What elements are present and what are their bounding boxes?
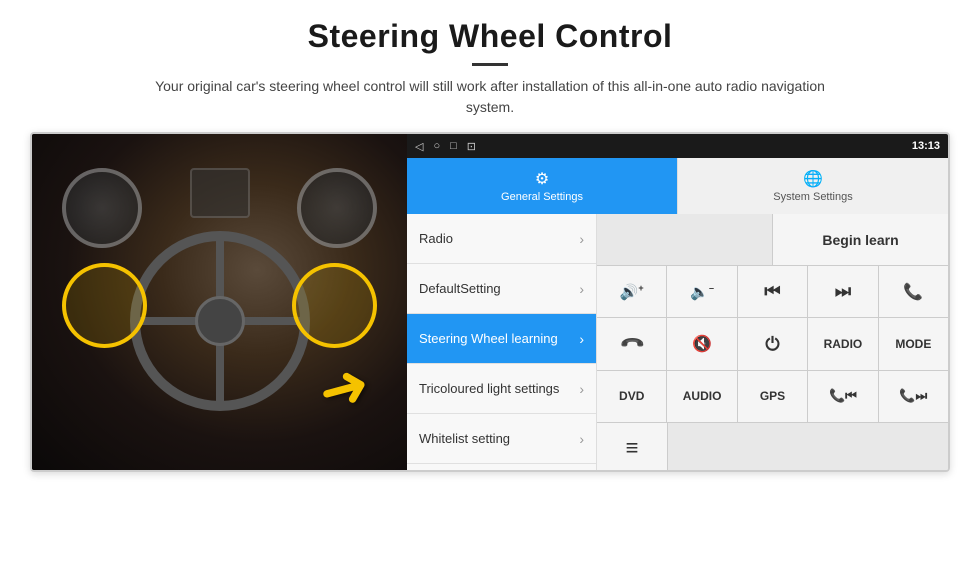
radio-label: RADIO xyxy=(824,337,863,351)
gps-label: GPS xyxy=(760,389,785,403)
menu-item-steering-wheel[interactable]: Steering Wheel learning › xyxy=(407,314,596,364)
mute-button[interactable]: 🔇 xyxy=(667,318,737,369)
dvd-button[interactable]: DVD xyxy=(597,371,667,422)
gauge-center xyxy=(190,168,250,218)
page-title: Steering Wheel Control xyxy=(30,18,950,55)
chevron-right-icon: › xyxy=(579,281,584,297)
menu-panel: Radio › DefaultSetting › Steering Wheel … xyxy=(407,214,597,472)
steering-wheel xyxy=(130,231,310,411)
title-divider xyxy=(472,63,508,66)
mode-label: MODE xyxy=(895,337,931,351)
general-tab-label: General Settings xyxy=(501,191,583,203)
tel-next-button[interactable]: 📞⏭ xyxy=(879,371,948,422)
next-track-icon: ⏭ xyxy=(835,281,851,302)
gps-button[interactable]: GPS xyxy=(738,371,808,422)
tel-prev-button[interactable]: 📞⏮ xyxy=(808,371,878,422)
highlight-left xyxy=(62,263,147,348)
status-nav-icons: ◁ ○ □ ⊡ xyxy=(415,140,476,153)
menu-item-radio[interactable]: Radio › xyxy=(407,214,596,264)
menu-steering-label: Steering Wheel learning xyxy=(419,331,558,346)
android-ui: ◁ ○ □ ⊡ 13:13 ⚙ General Settings 🌐 Syste… xyxy=(407,134,948,472)
mute-icon: 🔇 xyxy=(692,334,712,354)
menu-item-whitelist[interactable]: Whitelist setting › xyxy=(407,414,596,464)
vol-up-icon: 🔊+ xyxy=(620,283,644,301)
gear-icon: ⚙ xyxy=(535,169,549,189)
phone-hangup-icon: 📞 xyxy=(618,330,646,358)
power-icon: ⏻ xyxy=(765,334,779,355)
back-icon: ◁ xyxy=(415,140,423,153)
menu-icon: ⊡ xyxy=(467,140,476,153)
begin-learn-button[interactable]: Begin learn xyxy=(773,214,948,265)
menu-item-default-setting[interactable]: DefaultSetting › xyxy=(407,264,596,314)
mode-button[interactable]: MODE xyxy=(879,318,948,369)
chevron-right-icon: › xyxy=(579,381,584,397)
button-row-3: DVD AUDIO GPS 📞⏮ 📞⏭ xyxy=(597,371,948,423)
list-icon: ≡ xyxy=(626,435,639,461)
button-row-1: 🔊+ 🔈– ⏮ ⏭ 📞 xyxy=(597,266,948,318)
prev-track-button[interactable]: ⏮ xyxy=(738,266,808,317)
vol-down-icon: 🔈– xyxy=(690,283,714,301)
button-row-0: Begin learn xyxy=(597,214,948,266)
next-track-button[interactable]: ⏭ xyxy=(808,266,878,317)
vol-down-button[interactable]: 🔈– xyxy=(667,266,737,317)
button-row-2: 📞 🔇 ⏻ RADIO MODE xyxy=(597,318,948,370)
tel-prev-icon: 📞⏮ xyxy=(829,388,857,404)
dvd-label: DVD xyxy=(619,389,644,403)
button-row-4: ≡ xyxy=(597,423,948,472)
highlight-right xyxy=(292,263,377,348)
system-tab-label: System Settings xyxy=(773,191,852,203)
page-wrapper: Steering Wheel Control Your original car… xyxy=(0,0,980,562)
menu-default-label: DefaultSetting xyxy=(419,281,501,296)
sw-center xyxy=(195,296,245,346)
car-image: ➜ xyxy=(32,134,407,472)
home-icon: ○ xyxy=(433,140,440,152)
main-content: Radio › DefaultSetting › Steering Wheel … xyxy=(407,214,948,472)
steering-bg: ➜ xyxy=(32,134,407,472)
vol-up-button[interactable]: 🔊+ xyxy=(597,266,667,317)
status-time: 13:13 xyxy=(912,140,940,152)
phone-answer-button[interactable]: 📞 xyxy=(879,266,948,317)
menu-whitelist-label: Whitelist setting xyxy=(419,431,510,446)
top-tabs: ⚙ General Settings 🌐 System Settings xyxy=(407,158,948,214)
menu-radio-label: Radio xyxy=(419,231,453,246)
phone-hangup-button[interactable]: 📞 xyxy=(597,318,667,369)
radio-button[interactable]: RADIO xyxy=(808,318,878,369)
arrow-indicator: ➜ xyxy=(311,348,378,429)
buttons-panel: Begin learn 🔊+ 🔈– ⏮ xyxy=(597,214,948,472)
menu-item-tricoloured[interactable]: Tricoloured light settings › xyxy=(407,364,596,414)
list-menu-button[interactable]: ≡ xyxy=(597,423,668,472)
device-area: ➜ ◁ ○ □ ⊡ 13:13 ⚙ General Settings xyxy=(30,132,950,472)
empty-row4 xyxy=(668,423,948,472)
globe-icon: 🌐 xyxy=(803,169,823,189)
chevron-right-icon: › xyxy=(579,231,584,247)
chevron-right-icon: › xyxy=(579,331,584,347)
power-button[interactable]: ⏻ xyxy=(738,318,808,369)
prev-track-icon: ⏮ xyxy=(764,281,780,302)
tel-next-icon: 📞⏭ xyxy=(899,388,927,404)
title-section: Steering Wheel Control Your original car… xyxy=(30,18,950,132)
audio-label: AUDIO xyxy=(683,389,722,403)
empty-cell-0 xyxy=(597,214,773,265)
tab-system-settings[interactable]: 🌐 System Settings xyxy=(677,158,948,214)
menu-tricoloured-label: Tricoloured light settings xyxy=(419,381,559,396)
phone-answer-icon: 📞 xyxy=(903,282,923,302)
subtitle: Your original car's steering wheel contr… xyxy=(140,76,840,118)
tab-general-settings[interactable]: ⚙ General Settings xyxy=(407,158,677,214)
recent-icon: □ xyxy=(450,140,457,152)
status-bar: ◁ ○ □ ⊡ 13:13 xyxy=(407,134,948,158)
audio-button[interactable]: AUDIO xyxy=(667,371,737,422)
chevron-right-icon: › xyxy=(579,431,584,447)
